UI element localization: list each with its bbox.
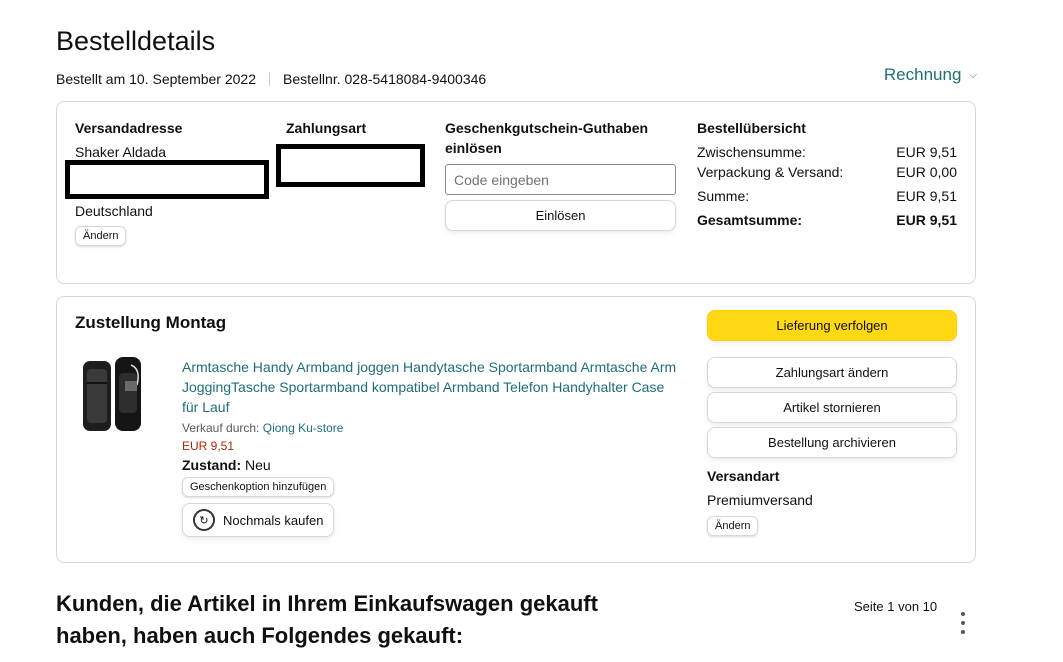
summary-value: EUR 9,51 [896, 144, 957, 160]
product-price: EUR 9,51 [182, 439, 235, 453]
address-country: Deutschland [75, 203, 153, 219]
condition-value: Neu [245, 457, 271, 473]
shipping-method-title: Versandart [707, 468, 780, 484]
payment-title: Zahlungsart [286, 120, 367, 136]
product-condition: Zustand: Neu [182, 457, 682, 473]
summary-label: Verpackung & Versand: [697, 164, 844, 180]
cancel-item-button[interactable]: Artikel stornieren [707, 392, 957, 423]
giftcard-title: Geschenkgutschein-Guthaben einlösen [445, 120, 649, 156]
seller-prefix: Verkauf durch: [182, 421, 260, 435]
carousel-pager: Seite 1 von 10 [854, 599, 938, 614]
change-address-button[interactable]: Ändern [75, 226, 127, 246]
summary-title: Bestellübersicht [697, 120, 806, 136]
reorder-icon: ↻ [193, 509, 215, 531]
buy-again-label: Nochmals kaufen [223, 512, 324, 528]
order-meta: Bestellt am 10. September 2022 Bestellnr… [56, 71, 486, 87]
summary-row-subtotal: Zwischensumme: EUR 9,51 [697, 142, 957, 162]
giftcard-code-input[interactable] [445, 164, 676, 195]
more-options-icon[interactable] [958, 612, 968, 634]
product-info: Armtasche Handy Armband joggen Handytasc… [182, 357, 682, 537]
summary-row-total: Gesamtsumme: EUR 9,51 [697, 210, 957, 230]
giftcard-section: Geschenkgutschein-Guthaben einlösen [445, 118, 675, 158]
summary-row-sum: Summe: EUR 9,51 [697, 186, 957, 206]
summary-label: Zwischensumme: [697, 144, 806, 160]
page-title: Bestelldetails [56, 26, 216, 56]
payment-method: Zahlungsart [286, 118, 366, 138]
shipping-method-value: Premiumversand [707, 492, 813, 508]
total-label: Gesamtsumme: [697, 212, 803, 228]
order-number: Bestellnr. 028-5418084-9400346 [283, 71, 487, 87]
summary-row-shipping: Verpackung & Versand: EUR 0,00 [697, 162, 957, 182]
archive-order-button[interactable]: Bestellung archivieren [707, 427, 957, 458]
recommendations-title: Kunden, die Artikel in Ihrem Einkaufswag… [56, 591, 598, 648]
change-shipping-button[interactable]: Ändern [707, 516, 759, 536]
order-summary: Bestellübersicht Zwischensumme: EUR 9,51… [697, 118, 957, 230]
shipping-address-title: Versandadresse [75, 120, 183, 136]
summary-value: EUR 9,51 [896, 188, 957, 204]
redeem-button[interactable]: Einlösen [445, 200, 676, 231]
invoice-label[interactable]: Rechnung [884, 65, 962, 85]
buy-again-button[interactable]: ↻ Nochmals kaufen [182, 503, 335, 537]
track-delivery-button[interactable]: Lieferung verfolgen [707, 310, 957, 341]
meta-divider [269, 72, 271, 86]
total-value: EUR 9,51 [896, 212, 957, 228]
order-info-card: Versandadresse Shaker Aldada Deutschland… [56, 101, 976, 284]
chevron-down-icon: ⌵ [969, 69, 977, 81]
condition-label: Zustand: [182, 457, 242, 473]
product-image[interactable] [81, 355, 143, 435]
address-name: Shaker Aldada [75, 144, 167, 160]
shipping-address: Versandadresse Shaker Aldada [75, 118, 275, 162]
order-date: Bestellt am 10. September 2022 [56, 71, 257, 87]
redacted-address [65, 160, 269, 199]
delivery-card: Zustellung Montag Armtasche Handy Armban… [56, 296, 976, 563]
change-payment-button[interactable]: Zahlungsart ändern [707, 357, 957, 388]
delivery-title: Zustellung Montag [75, 313, 227, 332]
redacted-payment [276, 144, 425, 187]
summary-label: Summe: [697, 188, 750, 204]
product-title-link[interactable]: Armtasche Handy Armband joggen Handytasc… [182, 357, 682, 417]
add-gift-option-button[interactable]: Geschenkoption hinzufügen [182, 477, 335, 497]
seller-link[interactable]: Qiong Ku-store [263, 421, 344, 435]
summary-value: EUR 0,00 [896, 164, 957, 180]
seller-line: Verkauf durch: Qiong Ku-store [182, 421, 682, 435]
invoice-dropdown[interactable]: Rechnung ⌵ [884, 65, 977, 85]
